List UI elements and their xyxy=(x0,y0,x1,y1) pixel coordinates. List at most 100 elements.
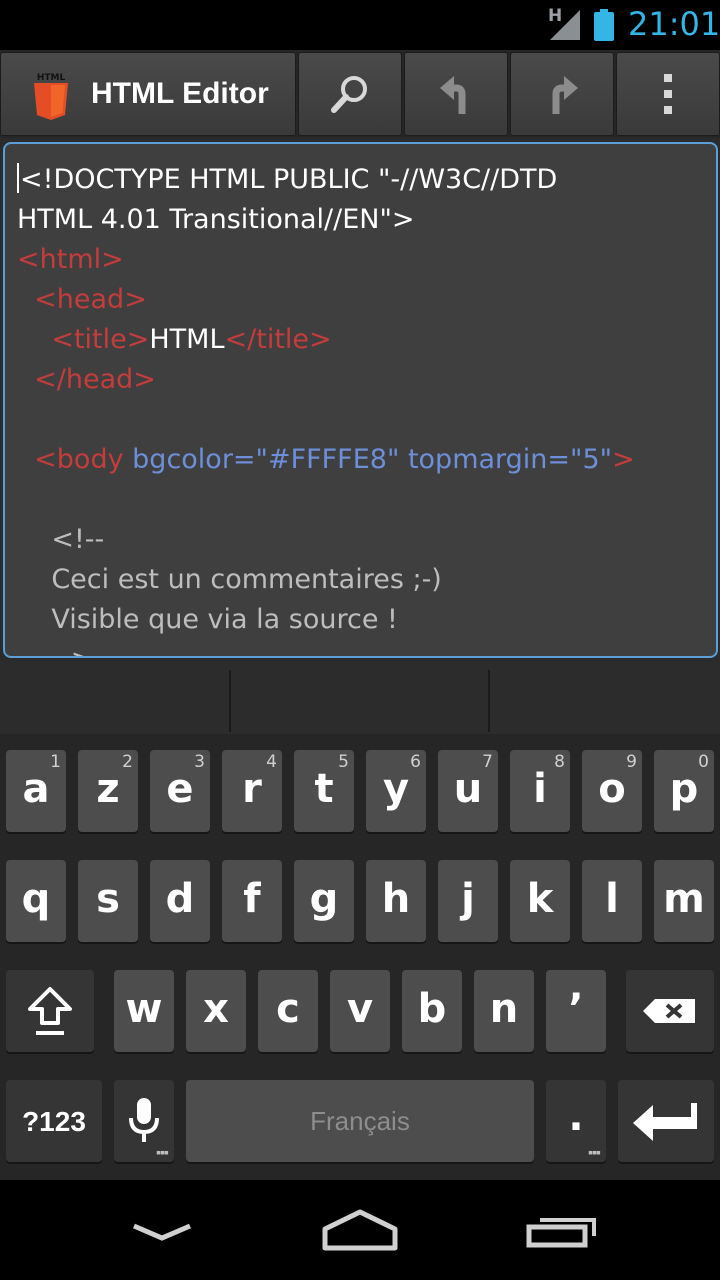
svg-text:HTML: HTML xyxy=(37,73,66,83)
search-button[interactable] xyxy=(298,52,402,136)
code-token: <head> xyxy=(17,284,147,315)
key-l[interactable]: l xyxy=(582,860,642,942)
key-j[interactable]: j xyxy=(438,860,498,942)
back-icon[interactable] xyxy=(132,1218,192,1242)
more-options-dots: ▪▪▪ xyxy=(588,1144,601,1160)
text-cursor xyxy=(17,163,19,193)
code-editor[interactable]: <!DOCTYPE HTML PUBLIC "-//W3C//DTD HTML 4… xyxy=(3,142,718,658)
navigation-bar xyxy=(0,1180,720,1280)
redo-button[interactable] xyxy=(510,52,614,136)
code-token: <title> xyxy=(17,324,150,355)
key-hint: 7 xyxy=(482,752,493,772)
battery-icon xyxy=(594,9,614,41)
code-token: </head> xyxy=(17,364,156,395)
code-line: Visible que via la source ! xyxy=(17,600,707,640)
code-token: HTML 4.01 Transitional//EN"> xyxy=(17,204,415,235)
key-f[interactable]: f xyxy=(222,860,282,942)
code-line: <html> xyxy=(17,240,707,280)
key-m[interactable]: m xyxy=(654,860,714,942)
code-token: --> xyxy=(17,644,93,656)
code-line: <!-- xyxy=(17,520,707,560)
key-r[interactable]: r4 xyxy=(222,750,282,832)
redo-icon xyxy=(552,76,578,114)
code-token: </title> xyxy=(224,324,332,355)
key-y[interactable]: y6 xyxy=(366,750,426,832)
clock: 21:01 xyxy=(628,5,720,43)
code-line: <!DOCTYPE HTML PUBLIC "-//W3C//DTD xyxy=(17,160,707,200)
key-a[interactable]: a1 xyxy=(6,750,66,832)
network-type-label: H xyxy=(548,6,563,26)
code-line: <title>HTML</title> xyxy=(17,320,707,360)
status-bar: H 21:01 xyxy=(0,0,720,50)
key-n[interactable]: n xyxy=(474,970,534,1052)
key-k[interactable]: k xyxy=(510,860,570,942)
enter-icon xyxy=(633,1103,697,1141)
code-token: <!DOCTYPE HTML PUBLIC "-//W3C//DTD xyxy=(20,164,558,195)
key-z[interactable]: z2 xyxy=(78,750,138,832)
overflow-menu-icon xyxy=(664,74,672,114)
shift-icon xyxy=(28,987,72,1035)
code-token: Visible que via la source ! xyxy=(17,604,398,635)
key-c[interactable]: c xyxy=(258,970,318,1052)
code-line: </head> xyxy=(17,360,707,400)
code-token: <!-- xyxy=(17,524,105,555)
editor-container: <!DOCTYPE HTML PUBLIC "-//W3C//DTD HTML 4… xyxy=(0,138,720,662)
code-text[interactable]: <!DOCTYPE HTML PUBLIC "-//W3C//DTD HTML 4… xyxy=(17,160,707,656)
code-token: bgcolor="#FFFFE8" topmargin="5" xyxy=(123,444,613,475)
search-icon xyxy=(331,76,367,113)
overflow-menu-button[interactable] xyxy=(616,52,720,136)
enter-key[interactable] xyxy=(618,1080,714,1162)
key-g[interactable]: g xyxy=(294,860,354,942)
key-apostrophe[interactable]: ’ xyxy=(546,970,606,1052)
space-key[interactable]: Français xyxy=(186,1080,534,1162)
code-token: HTML xyxy=(149,324,225,355)
key-x[interactable]: x xyxy=(186,970,246,1052)
key-u[interactable]: u7 xyxy=(438,750,498,832)
key-s[interactable]: s xyxy=(78,860,138,942)
voice-input-key[interactable]: ▪▪▪ xyxy=(114,1080,174,1162)
key-v[interactable]: v xyxy=(330,970,390,1052)
key-hint: 0 xyxy=(698,752,709,772)
home-icon[interactable] xyxy=(322,1209,398,1251)
key-p[interactable]: p0 xyxy=(654,750,714,832)
code-token: > xyxy=(612,444,635,475)
symbols-key[interactable]: ?123 xyxy=(6,1080,102,1162)
undo-button[interactable] xyxy=(404,52,508,136)
backspace-icon xyxy=(643,999,695,1023)
key-b[interactable]: b xyxy=(402,970,462,1052)
backspace-key[interactable] xyxy=(626,970,714,1052)
recent-apps-icon[interactable] xyxy=(526,1212,598,1248)
code-line: --> xyxy=(17,640,707,656)
app-home-button[interactable]: HTML HTML Editor xyxy=(0,52,296,136)
code-token: <html> xyxy=(17,244,124,275)
app-title: HTML Editor xyxy=(91,77,269,110)
key-i[interactable]: i8 xyxy=(510,750,570,832)
key-t[interactable]: t5 xyxy=(294,750,354,832)
code-token: <body xyxy=(17,444,124,475)
key-o[interactable]: o9 xyxy=(582,750,642,832)
more-options-dots: ▪▪▪ xyxy=(156,1144,169,1160)
key-hint: 1 xyxy=(50,752,61,772)
shift-key[interactable] xyxy=(6,970,94,1052)
key-w[interactable]: w xyxy=(114,970,174,1052)
key-hint: 9 xyxy=(626,752,637,772)
code-line: <head> xyxy=(17,280,707,320)
key-d[interactable]: d xyxy=(150,860,210,942)
key-hint: 5 xyxy=(338,752,349,772)
key-hint: 8 xyxy=(554,752,565,772)
period-key[interactable]: . ▪▪▪ xyxy=(546,1080,606,1162)
code-line: Ceci est un commentaires ;-) xyxy=(17,560,707,600)
key-e[interactable]: e3 xyxy=(150,750,210,832)
key-hint: 3 xyxy=(194,752,205,772)
microphone-icon xyxy=(129,1098,159,1142)
suggestion-strip[interactable] xyxy=(0,662,720,734)
suggestion-divider xyxy=(229,670,231,732)
key-q[interactable]: q xyxy=(6,860,66,942)
html5-logo-icon: HTML xyxy=(34,73,68,120)
keyboard: a1z2e3r4t5y6u7i8o9p0 qsdfghjklm w x c v b n’ … xyxy=(0,734,720,1180)
code-line: HTML 4.01 Transitional//EN"> xyxy=(17,200,707,240)
code-line: <body bgcolor="#FFFFE8" topmargin="5"> xyxy=(17,440,707,480)
key-h[interactable]: h xyxy=(366,860,426,942)
